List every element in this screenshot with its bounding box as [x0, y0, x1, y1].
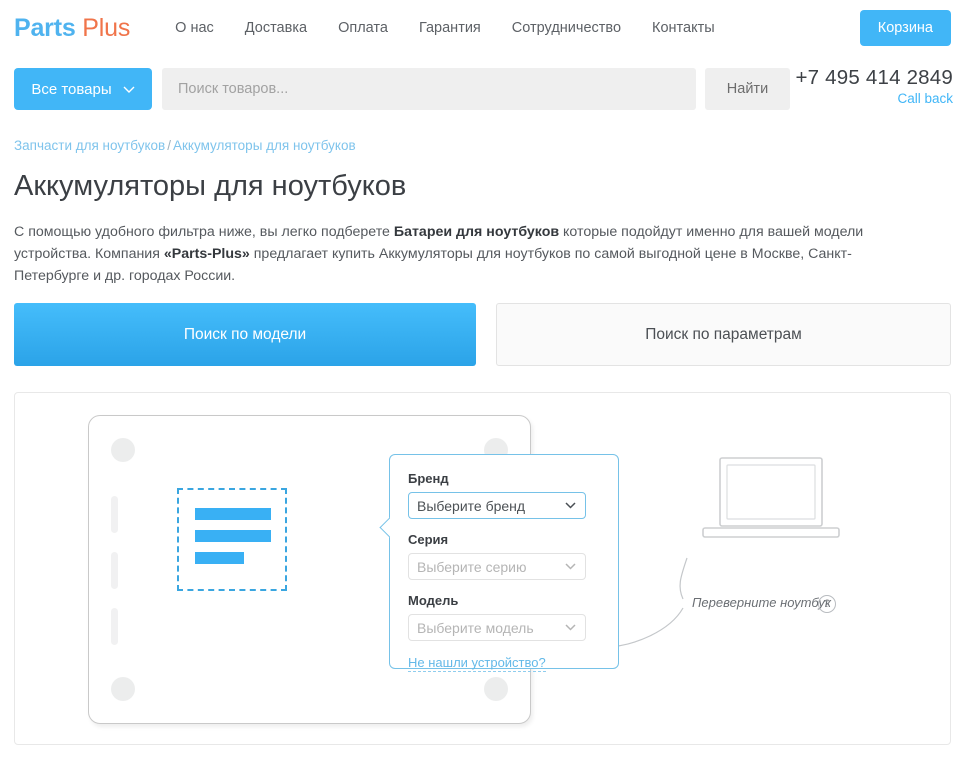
call-back-link[interactable]: Call back [796, 91, 953, 106]
cart-button[interactable]: Корзина [860, 10, 951, 46]
nav-item-warranty[interactable]: Гарантия [419, 20, 481, 36]
series-select-value: Выберите серию [417, 559, 526, 575]
page-root: Parts Plus О нас Доставка Оплата Гаранти… [0, 0, 965, 762]
battery-label-area [177, 488, 287, 591]
logo-text-parts: Parts [14, 14, 76, 42]
flip-laptop-hint-text: Переверните ноутбук [692, 595, 831, 610]
chevron-down-icon [565, 502, 576, 509]
vent-slot-icon [111, 552, 118, 589]
phone-number[interactable]: +7 495 414 2849 [796, 66, 953, 90]
label-line-icon [195, 552, 244, 564]
label-line-icon [195, 530, 271, 542]
breadcrumb-parent-link[interactable]: Запчасти для ноутбуков [14, 138, 165, 153]
page-title: Аккумуляторы для ноутбуков [14, 170, 406, 203]
screw-icon [111, 438, 135, 462]
all-categories-label: Все товары [31, 81, 111, 98]
description-segment-1: С помощью удобного фильтра ниже, вы легк… [14, 224, 394, 240]
description-bold-brand: «Parts-Plus» [164, 246, 250, 262]
model-field-label: Модель [408, 593, 600, 608]
model-select[interactable]: Выберите модель [408, 614, 586, 641]
model-selector-popup: Бренд Выберите бренд Серия Выберите сери… [389, 454, 619, 669]
search-submit-button[interactable]: Найти [705, 68, 790, 110]
popup-pointer [378, 515, 390, 539]
main-navigation: О нас Доставка Оплата Гарантия Сотруднич… [175, 20, 715, 36]
series-select[interactable]: Выберите серию [408, 553, 586, 580]
site-logo[interactable]: Parts Plus [14, 14, 130, 43]
chevron-down-icon [123, 86, 135, 93]
contact-phone-block: +7 495 414 2849 Call back [796, 66, 953, 106]
brand-select[interactable]: Выберите бренд [408, 492, 586, 519]
laptop-bottom-case-illustration: Бренд Выберите бренд Серия Выберите сери… [88, 415, 531, 724]
open-laptop-icon [701, 453, 841, 553]
nav-item-contacts[interactable]: Контакты [652, 20, 715, 36]
nav-item-payment[interactable]: Оплата [338, 20, 388, 36]
breadcrumb: Запчасти для ноутбуков/Аккумуляторы для … [14, 138, 356, 153]
screw-icon [484, 677, 508, 701]
description-bold-batteries: Батареи для ноутбуков [394, 224, 559, 240]
label-line-icon [195, 508, 271, 520]
vent-slot-icon [111, 608, 118, 645]
search-input[interactable] [162, 68, 696, 110]
vent-slot-icon [111, 496, 118, 533]
search-bar: Все товары Найти +7 495 414 2849 Call ba… [0, 68, 965, 113]
nav-item-partnership[interactable]: Сотрудничество [512, 20, 621, 36]
help-question-icon[interactable]: ? [818, 595, 836, 613]
model-finder-panel: Бренд Выберите бренд Серия Выберите сери… [14, 392, 951, 745]
search-mode-tabs: Поиск по модели Поиск по параметрам [14, 303, 951, 366]
chevron-down-icon [565, 624, 576, 631]
tab-search-by-model[interactable]: Поиск по модели [14, 303, 476, 366]
model-select-value: Выберите модель [417, 620, 534, 636]
nav-item-about[interactable]: О нас [175, 20, 214, 36]
page-description: С помощью удобного фильтра ниже, вы легк… [14, 221, 914, 287]
chevron-down-icon [565, 563, 576, 570]
breadcrumb-current-link[interactable]: Аккумуляторы для ноутбуков [173, 138, 356, 153]
device-not-found-link[interactable]: Не нашли устройство? [408, 655, 546, 672]
screw-icon [111, 677, 135, 701]
nav-item-delivery[interactable]: Доставка [245, 20, 307, 36]
all-categories-dropdown[interactable]: Все товары [14, 68, 152, 110]
breadcrumb-separator: / [165, 138, 173, 153]
brand-field-label: Бренд [408, 471, 600, 486]
series-field-label: Серия [408, 532, 600, 547]
tab-search-by-parameters[interactable]: Поиск по параметрам [496, 303, 951, 366]
site-header: Parts Plus О нас Доставка Оплата Гаранти… [0, 0, 965, 56]
brand-select-value: Выберите бренд [417, 498, 525, 514]
logo-text-plus: Plus [82, 14, 130, 42]
